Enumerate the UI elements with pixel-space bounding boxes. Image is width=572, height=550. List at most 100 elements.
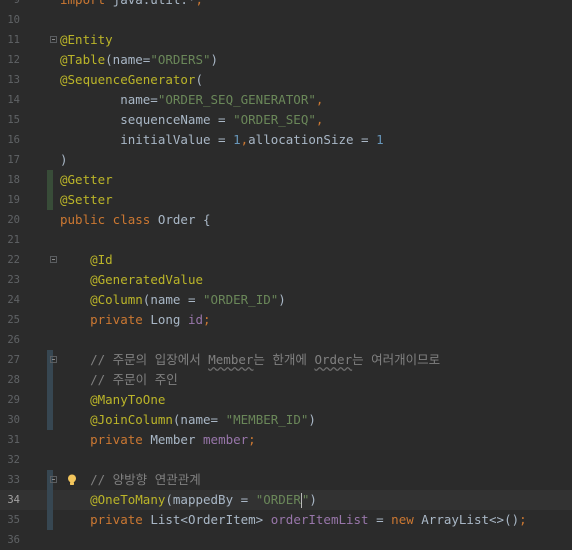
vcs-modified-marker[interactable] <box>47 510 53 530</box>
code-line[interactable]: 33 // 양방향 연관관계 <box>0 470 572 490</box>
gutter: 29 <box>0 390 44 410</box>
code-line[interactable]: 17) <box>0 150 572 170</box>
code-text[interactable]: @Getter <box>60 170 113 190</box>
code-text[interactable]: private List<OrderItem> orderItemList = … <box>60 510 527 530</box>
code-text[interactable]: private Long id; <box>60 310 210 330</box>
code-line[interactable]: 20 public class Order { <box>0 210 572 230</box>
vcs-modified-marker[interactable] <box>47 490 53 510</box>
code-text[interactable]: ) <box>60 150 68 170</box>
code-token: @OneToMany <box>90 492 166 507</box>
code-token: "MEMBER_ID" <box>225 412 309 427</box>
code-line[interactable]: 27 // 주문의 입장에서 Member는 한개에 Order는 여러개이므로 <box>0 350 572 370</box>
fold-marker-icon[interactable] <box>50 356 57 363</box>
code-token: @Entity <box>60 32 113 47</box>
code-token: @Table <box>60 52 106 67</box>
vcs-added-marker[interactable] <box>47 190 53 210</box>
code-line[interactable]: 28 // 주문이 주인 <box>0 370 572 390</box>
code-line[interactable]: 29 @ManyToOne <box>0 390 572 410</box>
code-token: initialValue = <box>60 132 234 147</box>
code-token: List<OrderItem> <box>150 512 271 527</box>
code-token: // 주문이 주인 <box>90 372 178 387</box>
code-line[interactable]: 23 @GeneratedValue <box>0 270 572 290</box>
code-text[interactable]: @OneToMany(mappedBy = "ORDER") <box>60 490 317 510</box>
code-line[interactable]: 21 <box>0 230 572 250</box>
code-token: name= <box>60 92 158 107</box>
code-line[interactable]: 24 @Column(name = "ORDER_ID") <box>0 290 572 310</box>
code-token: (mappedBy = <box>165 492 256 507</box>
line-number: 27 <box>7 354 20 366</box>
line-number: 15 <box>7 114 20 126</box>
code-text[interactable]: @GeneratedValue <box>60 270 203 290</box>
code-line[interactable]: 12 @Table(name="ORDERS") <box>0 50 572 70</box>
gutter: 16 <box>0 130 44 150</box>
code-token: "ORDER_SEQ" <box>233 112 316 127</box>
code-text[interactable]: @Setter <box>60 190 113 210</box>
code-editor[interactable]: 9import java.util.*;10 11 @Entity 12@Table(… <box>0 0 572 550</box>
code-text[interactable]: name="ORDER_SEQ_GENERATOR", <box>60 90 323 110</box>
line-number: 13 <box>7 74 20 86</box>
fold-marker-icon[interactable] <box>50 36 57 43</box>
line-number: 18 <box>7 174 20 186</box>
vcs-modified-marker[interactable] <box>47 390 53 410</box>
vcs-added-marker[interactable] <box>47 170 53 190</box>
vcs-modified-marker[interactable] <box>47 370 53 390</box>
fold-marker-icon[interactable] <box>50 476 57 483</box>
code-line[interactable]: 25 private Long id; <box>0 310 572 330</box>
code-line[interactable]: 13 @SequenceGenerator( <box>0 70 572 90</box>
gutter: 27 <box>0 350 44 370</box>
line-number: 23 <box>7 274 20 286</box>
code-text[interactable]: initialValue = 1,allocationSize = 1 <box>60 130 383 150</box>
code-line[interactable]: 30 @JoinColumn(name= "MEMBER_ID") <box>0 410 572 430</box>
vcs-modified-marker[interactable] <box>47 410 53 430</box>
code-text[interactable]: @ManyToOne <box>60 390 165 410</box>
code-text[interactable]: import java.util.*; <box>60 0 203 10</box>
code-line[interactable]: 36 <box>0 530 572 550</box>
code-text[interactable]: @Id <box>60 250 113 270</box>
fold-marker-icon[interactable] <box>50 256 57 263</box>
code-token: Long <box>150 312 188 327</box>
code-line[interactable]: 9 import java.util.*; <box>0 0 572 10</box>
code-line[interactable]: 15 sequenceName = "ORDER_SEQ", <box>0 110 572 130</box>
code-text[interactable]: @SequenceGenerator( <box>60 70 203 90</box>
code-text[interactable]: @JoinColumn(name= "MEMBER_ID") <box>60 410 316 430</box>
gutter: 25 <box>0 310 44 330</box>
code-line[interactable]: 31 private Member member; <box>0 430 572 450</box>
code-line[interactable]: 19 @Setter <box>0 190 572 210</box>
gutter: 32 <box>0 450 44 470</box>
code-line[interactable]: 32 <box>0 450 572 470</box>
code-token: member <box>203 432 249 447</box>
gutter: 33 <box>0 470 44 490</box>
code-token: (name= <box>172 412 226 427</box>
code-text[interactable]: // 주문이 주인 <box>60 370 178 390</box>
code-text[interactable]: @Entity <box>60 30 113 50</box>
code-token: , <box>315 112 324 127</box>
code-token: @Getter <box>60 172 113 187</box>
code-text[interactable]: // 주문의 입장에서 Member는 한개에 Order는 여러개이므로 <box>60 350 440 370</box>
code-text[interactable]: @Table(name="ORDERS") <box>60 50 218 70</box>
code-text[interactable]: @Column(name = "ORDER_ID") <box>60 290 286 310</box>
gutter: 23 <box>0 270 44 290</box>
code-line[interactable]: 14 name="ORDER_SEQ_GENERATOR", <box>0 90 572 110</box>
code-line[interactable]: 34 @OneToMany(mappedBy = "ORDER") <box>0 490 572 510</box>
line-number: 11 <box>7 34 20 46</box>
line-number: 36 <box>7 534 20 546</box>
code-token: 는 여러개이므로 <box>352 352 441 367</box>
code-token: ArrayList<>() <box>421 512 520 527</box>
code-line[interactable]: 18 @Getter <box>0 170 572 190</box>
code-text[interactable]: private Member member; <box>60 430 256 450</box>
code-token: Order { <box>157 212 211 227</box>
code-line[interactable]: 10 <box>0 10 572 30</box>
code-line[interactable]: 22 @Id <box>0 250 572 270</box>
code-token: public class <box>60 212 158 227</box>
code-line[interactable]: 16 initialValue = 1,allocationSize = 1 <box>0 130 572 150</box>
code-text[interactable]: // 양방향 연관관계 <box>60 470 201 490</box>
code-text[interactable]: public class Order { <box>60 210 211 230</box>
gutter: 17 <box>0 150 44 170</box>
code-line[interactable]: 26 <box>0 330 572 350</box>
code-line[interactable]: 11 @Entity <box>0 30 572 50</box>
code-line[interactable]: 35 private List<OrderItem> orderItemList… <box>0 510 572 530</box>
code-text[interactable]: sequenceName = "ORDER_SEQ", <box>60 110 323 130</box>
